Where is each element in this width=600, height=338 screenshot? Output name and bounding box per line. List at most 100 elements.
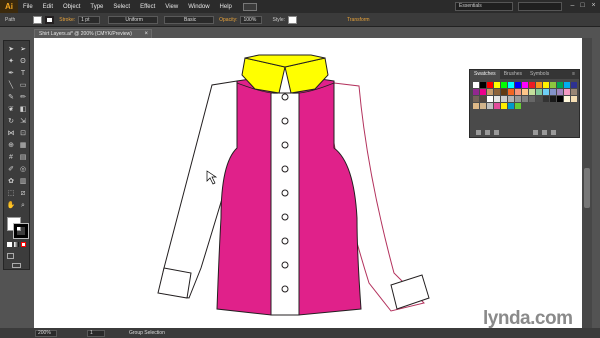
graphic-style-swatch[interactable]	[288, 15, 297, 24]
vertical-scrollbar[interactable]	[582, 38, 592, 328]
eraser-icon[interactable]: ◧	[18, 105, 28, 114]
type-tool-icon[interactable]: T	[18, 69, 28, 78]
menu-select[interactable]: Select	[108, 4, 135, 10]
blend-tool-icon[interactable]: ◎	[18, 165, 28, 174]
arrange-documents-button[interactable]	[242, 2, 257, 11]
swatch-49[interactable]	[501, 103, 507, 109]
symbol-sprayer-icon[interactable]: ✿	[6, 177, 16, 186]
tab-swatches[interactable]: Swatches	[470, 70, 500, 79]
swatch-29[interactable]	[571, 89, 577, 95]
perspective-grid-icon[interactable]: ▦	[18, 141, 28, 150]
menu-file[interactable]: File	[18, 4, 38, 10]
rectangle-tool-icon[interactable]: ▭	[18, 81, 28, 90]
swatch-34[interactable]	[501, 96, 507, 102]
swatch-43[interactable]	[564, 96, 570, 102]
swatch-22[interactable]	[522, 89, 528, 95]
maximize-icon[interactable]: □	[578, 2, 587, 10]
swatch-28[interactable]	[564, 89, 570, 95]
swatch-14[interactable]	[571, 82, 577, 88]
artboard-number-field[interactable]: 1	[87, 329, 105, 337]
zoom-level-field[interactable]: 200%	[35, 329, 57, 337]
swatch-6[interactable]	[515, 82, 521, 88]
swatch-24[interactable]	[536, 89, 542, 95]
menu-window[interactable]: Window	[183, 4, 214, 10]
selection-tool-icon[interactable]: ➤	[6, 45, 16, 54]
swatch-41[interactable]	[550, 96, 556, 102]
shape-builder-icon[interactable]: ⊕	[6, 141, 16, 150]
menu-edit[interactable]: Edit	[38, 4, 58, 10]
swatch-47[interactable]	[487, 103, 493, 109]
swatch-16[interactable]	[480, 89, 486, 95]
blob-brush-icon[interactable]: ❦	[6, 105, 16, 114]
new-swatch-icon[interactable]	[542, 129, 547, 135]
panel-menu-icon[interactable]: ≡	[568, 70, 579, 79]
menu-type[interactable]: Type	[85, 4, 108, 10]
swatch-0[interactable]	[473, 82, 479, 88]
swatch-23[interactable]	[529, 89, 535, 95]
width-tool-icon[interactable]: ⋈	[6, 129, 16, 138]
stroke-label[interactable]: Stroke:	[59, 17, 75, 23]
swatch-5[interactable]	[508, 82, 514, 88]
workspace-switcher[interactable]: Essentials	[455, 2, 513, 11]
swatch-40[interactable]	[543, 96, 549, 102]
drawing-mode-icon[interactable]	[7, 253, 14, 259]
swatch-25[interactable]	[543, 89, 549, 95]
search-input[interactable]	[518, 2, 562, 11]
swatch-44[interactable]	[571, 96, 577, 102]
fill-swatch[interactable]	[33, 15, 43, 24]
magic-wand-icon[interactable]: ✦	[6, 57, 16, 66]
swatch-17[interactable]	[487, 89, 493, 95]
swatch-10[interactable]	[543, 82, 549, 88]
tab-symbols[interactable]: Symbols	[526, 70, 553, 79]
tab-brushes[interactable]: Brushes	[500, 70, 526, 79]
opacity-field[interactable]: 100%	[240, 15, 263, 24]
swatch-37[interactable]	[522, 96, 528, 102]
swatch-3[interactable]	[494, 82, 500, 88]
menu-help[interactable]: Help	[215, 4, 237, 10]
hand-tool-icon[interactable]: ✋	[6, 201, 16, 210]
swatch-12[interactable]	[557, 82, 563, 88]
rotate-tool-icon[interactable]: ↻	[6, 117, 16, 126]
swatch-45[interactable]	[473, 103, 479, 109]
menu-object[interactable]: Object	[58, 4, 85, 10]
swatch-8[interactable]	[529, 82, 535, 88]
swatch-21[interactable]	[515, 89, 521, 95]
close-icon[interactable]: ×	[589, 2, 598, 10]
brush-definition[interactable]: Basic	[164, 15, 215, 24]
slice-tool-icon[interactable]: ⧄	[18, 189, 28, 198]
screen-mode-icon[interactable]	[12, 263, 21, 268]
swatch-36[interactable]	[515, 96, 521, 102]
menu-view[interactable]: View	[160, 4, 183, 10]
pencil-icon[interactable]: ✏	[18, 93, 28, 102]
minimize-icon[interactable]: –	[568, 2, 577, 10]
scale-tool-icon[interactable]: ⇲	[18, 117, 28, 126]
swatch-11[interactable]	[550, 82, 556, 88]
swatch-26[interactable]	[550, 89, 556, 95]
swatch-2[interactable]	[487, 82, 493, 88]
line-tool-icon[interactable]: ╲	[6, 81, 16, 90]
stroke-weight-field[interactable]: 1 pt	[78, 15, 101, 24]
show-kinds-icon[interactable]	[485, 129, 490, 135]
swatch-1[interactable]	[480, 82, 486, 88]
vertical-scroll-thumb[interactable]	[584, 168, 590, 208]
swatch-51[interactable]	[515, 103, 521, 109]
color-mode-icon[interactable]	[7, 242, 12, 247]
graph-tool-icon[interactable]: ▥	[18, 177, 28, 186]
none-mode-icon[interactable]	[21, 242, 26, 247]
eyedropper-icon[interactable]: ✐	[6, 165, 16, 174]
current-tool-status[interactable]: Group Selection	[129, 330, 165, 336]
variable-width-profile[interactable]: Uniform	[108, 15, 159, 24]
mesh-tool-icon[interactable]: #	[6, 153, 16, 162]
artboard-tool-icon[interactable]: ⬚	[6, 189, 16, 198]
swatch-20[interactable]	[508, 89, 514, 95]
swatch-50[interactable]	[508, 103, 514, 109]
lasso-icon[interactable]: ʘ	[18, 57, 28, 66]
tab-close-icon[interactable]: ×	[144, 30, 148, 38]
new-color-group-icon[interactable]	[533, 129, 538, 135]
swatch-7[interactable]	[522, 82, 528, 88]
swatch-19[interactable]	[501, 89, 507, 95]
swatch-library-icon[interactable]	[476, 129, 481, 135]
paintbrush-icon[interactable]: ✎	[6, 93, 16, 102]
swatch-39[interactable]	[536, 96, 542, 102]
swatch-38[interactable]	[529, 96, 535, 102]
